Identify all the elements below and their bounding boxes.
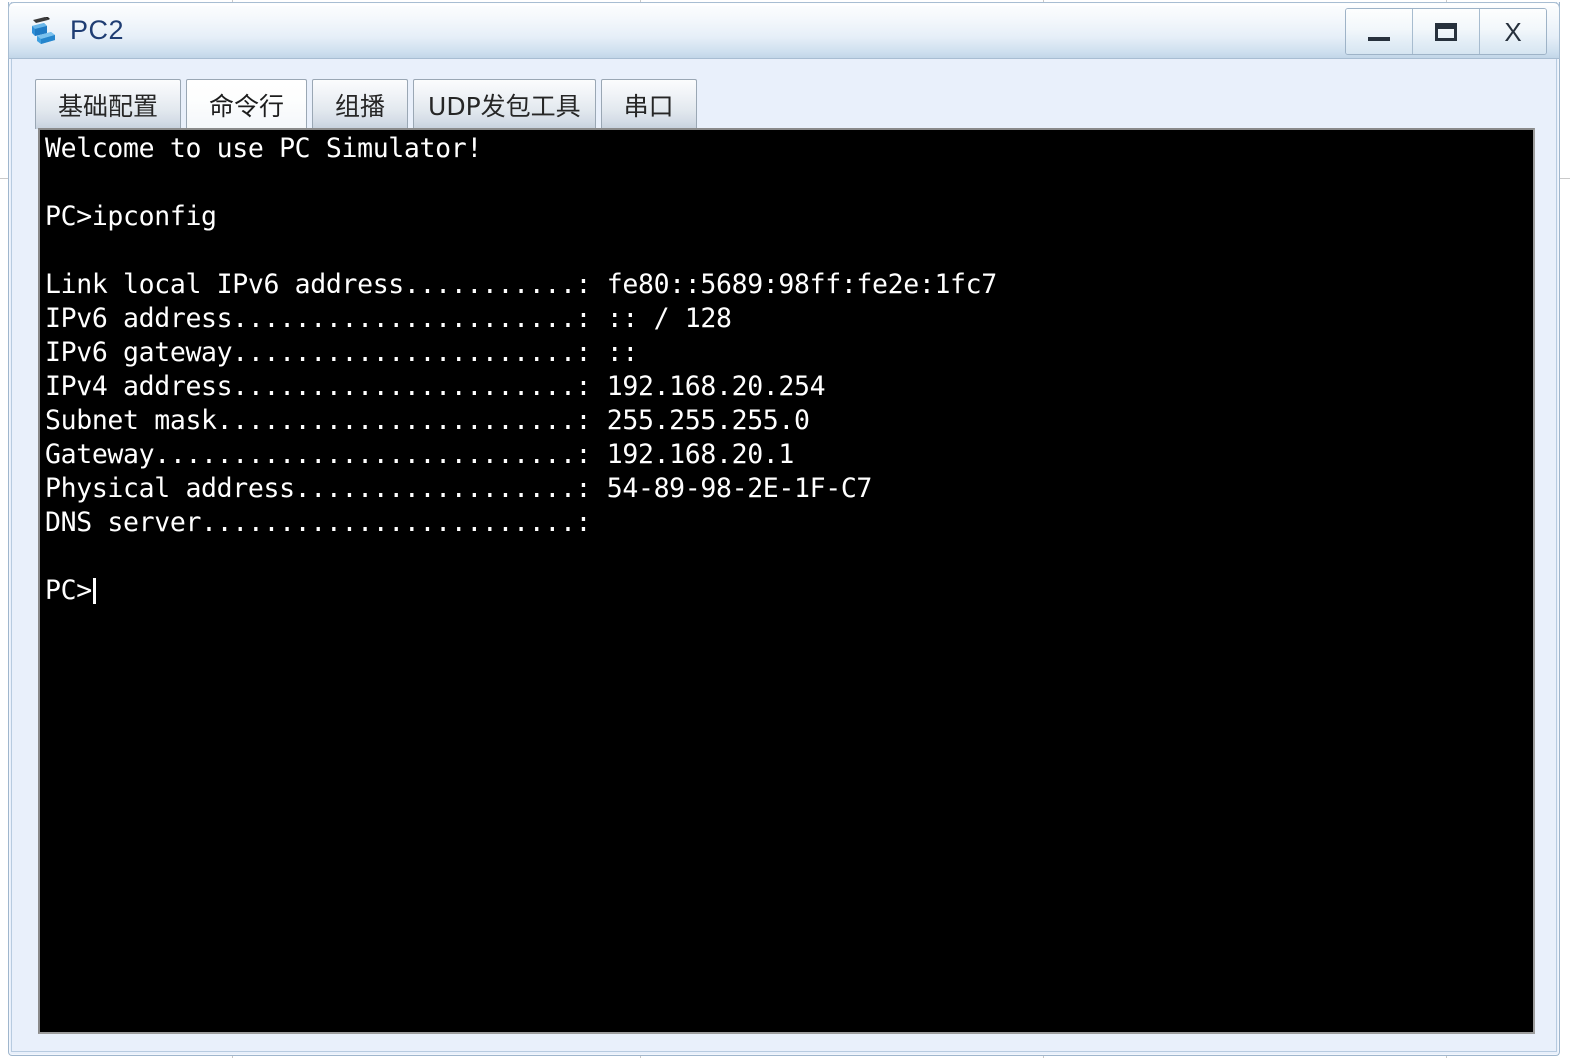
pc-device-icon bbox=[32, 17, 55, 44]
tab-label: 组播 bbox=[335, 91, 386, 121]
close-button[interactable]: X bbox=[1480, 9, 1546, 54]
tab-label: 命令行 bbox=[209, 91, 285, 121]
close-icon: X bbox=[1504, 16, 1522, 47]
tab-command-line[interactable]: 命令行 bbox=[186, 79, 308, 129]
tab-strip: 基础配置 命令行 组播 UDP发包工具 串口 bbox=[35, 78, 697, 129]
terminal-output: Welcome to use PC Simulator! PC>ipconfig… bbox=[45, 133, 997, 606]
minimize-button[interactable] bbox=[1346, 9, 1413, 54]
window-controls: X bbox=[1345, 8, 1547, 55]
maximize-icon bbox=[1435, 22, 1457, 41]
tab-udp-tool[interactable]: UDP发包工具 bbox=[413, 79, 596, 129]
text-cursor bbox=[92, 578, 96, 604]
terminal-console[interactable]: Welcome to use PC Simulator! PC>ipconfig… bbox=[38, 128, 1535, 1034]
window-titlebar[interactable]: PC2 X bbox=[8, 2, 1560, 59]
maximize-button[interactable] bbox=[1413, 9, 1480, 54]
tab-label: 串口 bbox=[623, 91, 674, 121]
window-title: PC2 bbox=[70, 14, 125, 45]
minimize-icon bbox=[1368, 36, 1390, 41]
tab-label: 基础配置 bbox=[58, 91, 159, 121]
tab-label: UDP发包工具 bbox=[428, 91, 581, 121]
tab-serial-port[interactable]: 串口 bbox=[600, 79, 697, 129]
titlebar-highlight bbox=[10, 4, 1558, 6]
tab-basic-config[interactable]: 基础配置 bbox=[35, 79, 182, 129]
titlebar-left-group: PC2 bbox=[27, 9, 124, 53]
tab-multicast[interactable]: 组播 bbox=[312, 79, 409, 129]
